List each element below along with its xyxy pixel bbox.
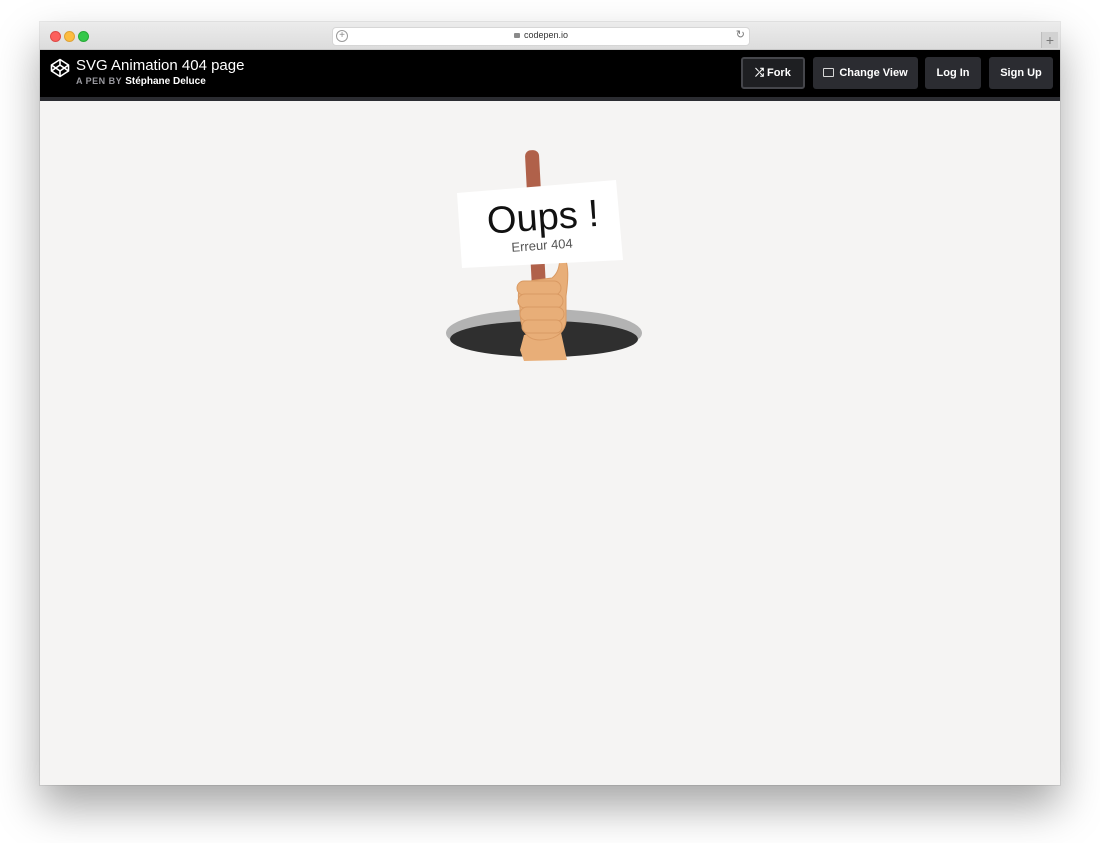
codepen-header: SVG Animation 404 page A PEN BY Stéphane … (40, 50, 1060, 101)
address-bar[interactable]: + codepen.io ↻ (332, 27, 750, 46)
new-tab-button[interactable]: + (1041, 32, 1058, 48)
fork-button[interactable]: ⤮ Fork (741, 57, 805, 89)
reload-icon[interactable]: ↻ (736, 29, 745, 42)
pen-author-link[interactable]: Stéphane Deluce (125, 76, 206, 87)
url-display: codepen.io (333, 30, 749, 40)
signup-button-label: Sign Up (1000, 67, 1042, 79)
pen-by-label: A PEN BY (76, 76, 123, 86)
close-window-button[interactable] (50, 31, 61, 42)
browser-window: + codepen.io ↻ + SVG Animation 404 page … (40, 22, 1060, 785)
browser-titlebar: + codepen.io ↻ + (40, 22, 1060, 50)
codepen-logo-icon[interactable] (50, 58, 70, 78)
error-404-illustration: Oups ! Erreur 404 (440, 150, 650, 365)
minimize-window-button[interactable] (64, 31, 75, 42)
lock-icon (513, 33, 520, 38)
change-view-icon (823, 68, 835, 77)
zoom-window-button[interactable] (78, 31, 89, 42)
fork-icon: ⤮ (755, 67, 764, 79)
url-text: codepen.io (523, 30, 569, 40)
pen-title[interactable]: SVG Animation 404 page (76, 57, 244, 74)
login-button-label: Log In (936, 67, 970, 79)
fork-button-label: Fork (766, 67, 791, 79)
signup-button[interactable]: Sign Up (989, 57, 1053, 89)
login-button[interactable]: Log In (925, 57, 981, 89)
change-view-label: Change View (839, 67, 908, 79)
change-view-button[interactable]: Change View (813, 57, 918, 89)
pen-byline: A PEN BY Stéphane Deluce (76, 76, 206, 87)
